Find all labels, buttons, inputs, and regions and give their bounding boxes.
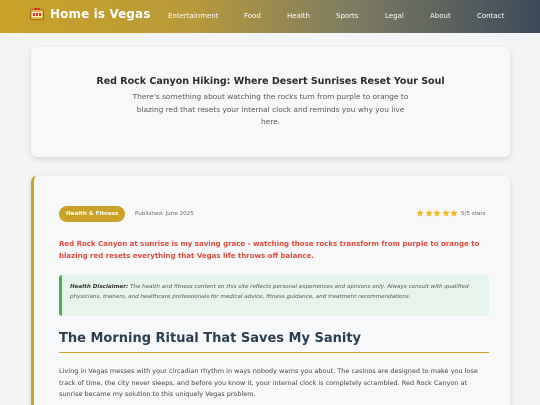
nav-item-sports[interactable]: Sports bbox=[336, 12, 358, 20]
article-paragraph: Living in Vegas messes with your circadi… bbox=[59, 367, 478, 398]
brand-name: Home is Vegas bbox=[50, 7, 151, 21]
nav-item-contact[interactable]: Contact bbox=[477, 12, 504, 20]
star-icon bbox=[433, 209, 441, 217]
nav-item-entertainment[interactable]: Entertainment bbox=[168, 12, 219, 20]
star-icon bbox=[450, 209, 458, 217]
top-navigation-bar: Home is Vegas Entertainment Food Health … bbox=[0, 0, 540, 33]
star-icon bbox=[424, 209, 433, 217]
category-badge[interactable]: Health & Fitness bbox=[59, 206, 126, 222]
brand-logo-link[interactable]: Home is Vegas bbox=[30, 7, 150, 21]
nav-item-health[interactable]: Health bbox=[287, 12, 310, 20]
nav-item-legal[interactable]: Legal bbox=[385, 12, 404, 20]
slot-machine-icon bbox=[30, 8, 44, 20]
nav-item-food[interactable]: Food bbox=[244, 12, 261, 20]
nav-item-about[interactable]: About bbox=[430, 12, 451, 20]
article-card: Health & Fitness Published: June 2025 5/… bbox=[31, 176, 510, 405]
page-title: Red Rock Canyon Hiking: Where Desert Sun… bbox=[96, 76, 445, 87]
disclaimer-text: The health and fitness content on this s… bbox=[70, 284, 469, 300]
star-icon bbox=[416, 209, 424, 217]
health-disclaimer: Health Disclaimer: The health and fitnes… bbox=[59, 275, 489, 316]
disclaimer-label: Health Disclaimer: bbox=[70, 284, 129, 290]
article-lead: Red Rock Canyon at sunrise is my saving … bbox=[59, 240, 480, 260]
section-heading: The Morning Ritual That Saves My Sanity bbox=[59, 331, 489, 353]
published-date: Published: June 2025 bbox=[135, 211, 194, 217]
rating-text: 5/5 stars bbox=[461, 211, 486, 217]
page-subtitle: There's something about watching the roc… bbox=[132, 92, 409, 126]
hero-card: Red Rock Canyon Hiking: Where Desert Sun… bbox=[31, 47, 510, 157]
star-icon bbox=[441, 209, 450, 217]
star-rating bbox=[416, 209, 459, 217]
